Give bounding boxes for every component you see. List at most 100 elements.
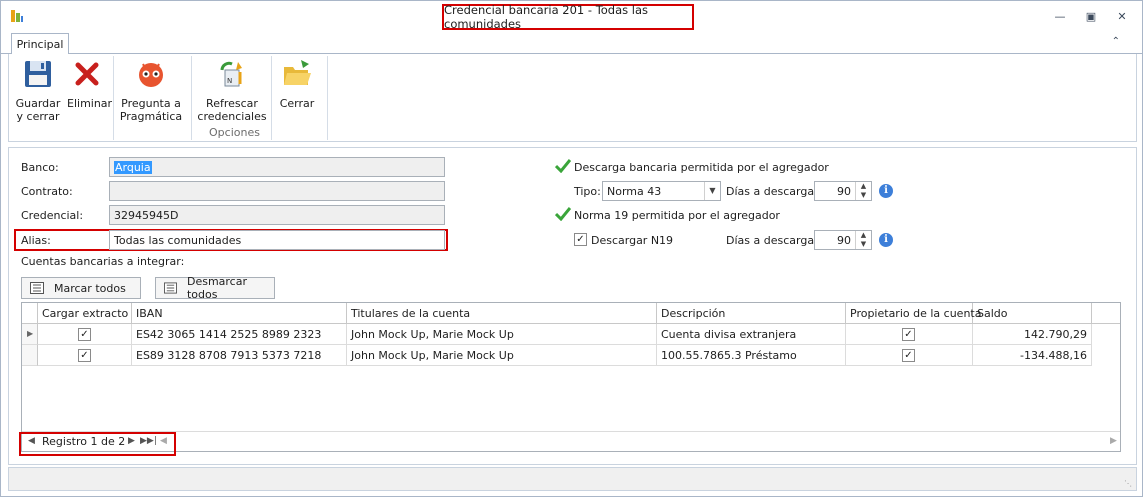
- titulares-cell: John Mock Up, Marie Mock Up: [347, 345, 657, 366]
- tipo-select[interactable]: Norma 43 ▼: [602, 181, 721, 201]
- alias-label: Alias:: [21, 234, 51, 247]
- contrato-label: Contrato:: [21, 185, 73, 198]
- cargar-checkbox[interactable]: ✓: [78, 349, 91, 362]
- alias-field[interactable]: Todas las comunidades: [109, 230, 445, 250]
- dias-label-1: Días a descargar:: [726, 185, 823, 198]
- propietario-cell: ✓: [846, 324, 973, 345]
- ribbon-separator: [113, 56, 114, 140]
- propietario-checkbox[interactable]: ✓: [902, 328, 915, 341]
- contrato-field[interactable]: [109, 181, 445, 201]
- ribbon-separator: [271, 56, 272, 140]
- list-icon: [164, 282, 177, 294]
- refresh-credentials-icon: N: [220, 61, 242, 87]
- ribbon-group-label: Opciones: [209, 126, 260, 139]
- tab-principal[interactable]: Principal: [11, 33, 69, 55]
- minimize-icon[interactable]: —: [1053, 9, 1067, 23]
- grid-header: Cargar extracto IBAN Titulares de la cue…: [22, 303, 1120, 324]
- close-button[interactable]: Cerrar: [275, 58, 319, 110]
- column-descripcion[interactable]: Descripción: [657, 303, 846, 324]
- titulares-cell: John Mock Up, Marie Mock Up: [347, 324, 657, 345]
- grid-navigator: ◀ Registro 1 de 2 ▶ ▶▶| ◀ ▶: [22, 431, 1120, 451]
- column-saldo[interactable]: Saldo: [973, 303, 1092, 324]
- marcar-todos-button[interactable]: Marcar todos: [21, 277, 141, 299]
- save-close-button[interactable]: Guardar y cerrar: [15, 58, 61, 123]
- form-content: Banco: Arquia Contrato: Credencial: 3294…: [8, 147, 1137, 465]
- cargar-cell[interactable]: ✓: [38, 345, 132, 366]
- svg-text:N: N: [227, 77, 232, 85]
- refresh-credentials-button[interactable]: N Refrescar credenciales: [197, 58, 267, 123]
- header-indicator: [22, 303, 38, 324]
- ribbon-separator: [191, 56, 192, 140]
- save-close-label-2: y cerrar: [16, 110, 60, 123]
- row-indicator-icon: ▶: [22, 324, 38, 345]
- spin-updown-icon[interactable]: ▲ ▼: [855, 182, 871, 200]
- app-icon: [11, 10, 23, 22]
- ribbon-panel: Guardar y cerrar Eliminar Pregunta a Pra…: [8, 54, 1137, 142]
- norma19-permitida-text: Norma 19 permitida por el agregador: [574, 209, 780, 222]
- title-bar: Credencial bancaria 201 - Todas las comu…: [1, 1, 1142, 33]
- floppy-disk-icon: [25, 61, 51, 87]
- restore-icon[interactable]: ▣: [1084, 9, 1098, 23]
- green-check-icon: [555, 159, 571, 173]
- scroll-right-icon[interactable]: ▶: [1110, 436, 1117, 446]
- banco-field[interactable]: Arquia: [109, 157, 445, 177]
- descarga-permitida-text: Descarga bancaria permitida por el agreg…: [574, 161, 829, 174]
- cargar-cell[interactable]: ✓: [38, 324, 132, 345]
- save-close-label-1: Guardar: [15, 97, 61, 110]
- dias-value-1: 90: [837, 185, 851, 198]
- cuentas-label: Cuentas bancarias a integrar:: [21, 255, 185, 268]
- spin-updown-icon[interactable]: ▲ ▼: [855, 231, 871, 249]
- saldo-cell: 142.790,29: [973, 324, 1092, 345]
- navigator-highlight: [19, 432, 176, 456]
- column-iban[interactable]: IBAN: [132, 303, 347, 324]
- column-cargar-extracto[interactable]: Cargar extracto: [38, 303, 132, 324]
- close-label: Cerrar: [279, 97, 315, 110]
- close-icon[interactable]: ✕: [1115, 9, 1129, 23]
- dias-spinner-2[interactable]: 90 ▲ ▼: [814, 230, 872, 250]
- propietario-checkbox[interactable]: ✓: [902, 349, 915, 362]
- ribbon-tabstrip: Principal ⌃: [1, 33, 1142, 55]
- refresh-label-2: credenciales: [197, 110, 267, 123]
- desmarcar-todos-button[interactable]: Desmarcar todos: [155, 275, 275, 301]
- info-icon[interactable]: i: [879, 233, 893, 247]
- column-titulares[interactable]: Titulares de la cuenta: [347, 303, 657, 324]
- banco-value: Arquia: [114, 161, 152, 174]
- cargar-checkbox[interactable]: ✓: [78, 328, 91, 341]
- chevron-down-icon[interactable]: ▼: [704, 182, 720, 200]
- main-window: Credencial bancaria 201 - Todas las comu…: [0, 0, 1143, 497]
- credencial-label: Credencial:: [21, 209, 84, 222]
- ribbon-collapse-icon[interactable]: ⌃: [1112, 36, 1120, 47]
- list-icon: [30, 282, 44, 294]
- marcar-todos-label: Marcar todos: [54, 281, 126, 295]
- credencial-field[interactable]: 32945945D: [109, 205, 445, 225]
- table-row[interactable]: ▶ ✓ ES42 3065 1414 2525 8989 2323 John M…: [22, 324, 1092, 345]
- dias-value-2: 90: [837, 234, 851, 247]
- window-title: Credencial bancaria 201 - Todas las comu…: [442, 3, 694, 31]
- descargar-n19-checkbox[interactable]: ✓: [574, 233, 587, 246]
- delete-x-icon: [75, 62, 99, 86]
- info-icon[interactable]: i: [879, 184, 893, 198]
- delete-button[interactable]: Eliminar: [67, 58, 113, 110]
- table-row[interactable]: ✓ ES89 3128 8708 7913 5373 7218 John Moc…: [22, 345, 1092, 366]
- ask-label-2: Pragmática: [119, 110, 183, 123]
- ribbon-separator: [327, 56, 328, 140]
- status-bar: ⋱: [8, 467, 1137, 491]
- propietario-cell: ✓: [846, 345, 973, 366]
- dias-spinner-1[interactable]: 90 ▲ ▼: [814, 181, 872, 201]
- iban-cell: ES42 3065 1414 2525 8989 2323: [132, 324, 347, 345]
- resize-grip-icon[interactable]: ⋱: [1124, 479, 1132, 488]
- ask-label-1: Pregunta a: [121, 97, 181, 110]
- iban-cell: ES89 3128 8708 7913 5373 7218: [132, 345, 347, 366]
- descripcion-cell: Cuenta divisa extranjera: [657, 324, 846, 345]
- column-propietario[interactable]: Propietario de la cuenta: [846, 303, 981, 324]
- ask-pragmatica-button[interactable]: Pregunta a Pragmática: [119, 58, 183, 123]
- saldo-cell: -134.488,16: [973, 345, 1092, 366]
- banco-label: Banco:: [21, 161, 59, 174]
- green-check-icon: [555, 207, 571, 221]
- desmarcar-todos-label: Desmarcar todos: [186, 275, 247, 301]
- row-indicator: [22, 345, 38, 366]
- dias-label-2: Días a descargar:: [726, 234, 823, 247]
- descripcion-cell: 100.55.7865.3 Préstamo: [657, 345, 846, 366]
- delete-label: Eliminar: [67, 97, 113, 110]
- tipo-value: Norma 43: [607, 185, 662, 198]
